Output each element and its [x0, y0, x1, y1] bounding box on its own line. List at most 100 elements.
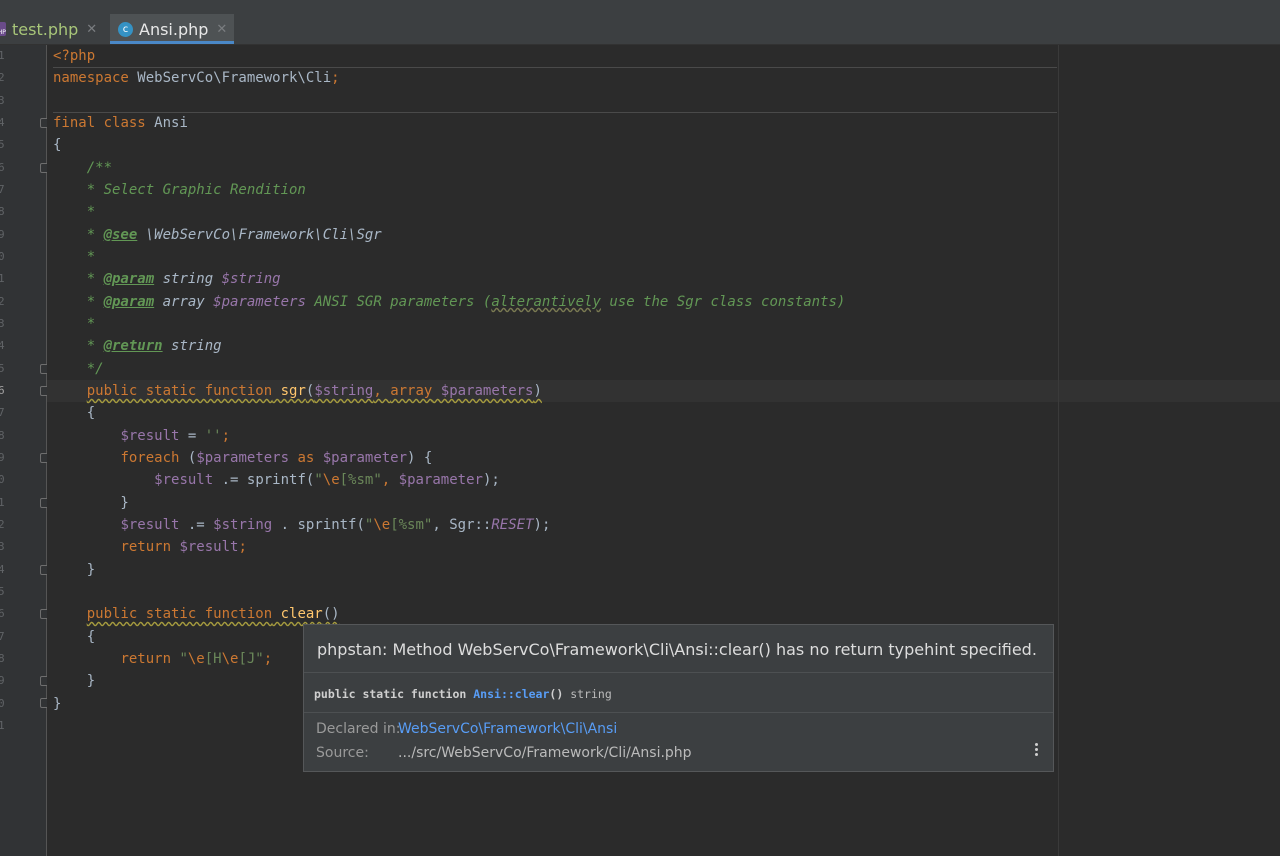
line-number: 0: [0, 697, 5, 710]
keyword: foreach: [120, 450, 180, 466]
string: [H: [204, 651, 222, 667]
line-number: 7: [0, 406, 5, 419]
string: [%sm": [390, 517, 433, 533]
doc-tag[interactable]: @param: [104, 271, 155, 287]
line-number: 6: [0, 384, 5, 397]
line-number: 9: [0, 228, 5, 241]
class-name: Ansi: [145, 115, 188, 131]
code-line: $result .= $string . sprintf("\e[%sm", S…: [53, 514, 550, 536]
doc-text: *: [53, 294, 104, 310]
declared-in-link[interactable]: WebServCo\Framework\Cli\Ansi: [398, 721, 617, 737]
code-line: }: [53, 562, 96, 578]
line-number: 8: [0, 205, 5, 218]
typo-word[interactable]: alterantively: [491, 294, 601, 310]
keyword: public static function: [86, 383, 273, 399]
doc-text: *: [53, 227, 104, 243]
line-number: 0: [0, 250, 5, 263]
tab-test-php[interactable]: PHP test.php ✕: [0, 14, 98, 44]
line-number: 1: [0, 272, 5, 285]
line-number: 4: [0, 563, 5, 576]
keyword: array: [390, 383, 433, 399]
method-signature: public static function Ansi::clear() str…: [314, 687, 612, 701]
tab-label: Ansi.php: [139, 19, 209, 39]
class-constant: RESET: [491, 517, 534, 533]
line-number: 2: [0, 295, 5, 308]
code-line: public static function sgr($string, arra…: [53, 380, 542, 402]
line-number: 5: [0, 362, 5, 375]
variable: $result: [120, 517, 180, 533]
inspection-tooltip[interactable]: phpstan: Method WebServCo\Framework\Cli\…: [303, 624, 1054, 772]
declared-in-label: Declared in:: [316, 721, 401, 737]
doc-tag[interactable]: @see: [104, 227, 138, 243]
line-number: 6: [0, 161, 5, 174]
line-number: 5: [0, 585, 5, 598]
code-line: foreach ($parameters as $parameter) {: [53, 447, 432, 469]
doc-tag[interactable]: @return: [104, 338, 163, 354]
line-number: 6: [0, 607, 5, 620]
keyword: return: [120, 651, 172, 667]
code-line: }: [53, 696, 62, 712]
operator: .= sprintf(: [213, 472, 315, 488]
php-class-icon: c: [118, 21, 133, 37]
code-line: $result .= sprintf("\e[%sm", $parameter)…: [53, 469, 500, 491]
doc-comment-line: *: [53, 249, 96, 265]
keyword: public static function: [86, 606, 273, 622]
punctuation: ;: [331, 70, 340, 86]
string: [J": [238, 651, 264, 667]
doc-comment-line: *: [53, 316, 96, 332]
doc-type: string: [162, 338, 222, 354]
variable: $parameter: [314, 450, 408, 466]
code-line: }: [53, 495, 129, 511]
tab-ansi-php[interactable]: c Ansi.php ✕: [110, 14, 234, 44]
doc-variable: $parameters: [204, 294, 306, 310]
string: ": [314, 472, 323, 488]
line-number: 0: [0, 473, 5, 486]
string: ": [171, 651, 188, 667]
keyword: namespace: [53, 70, 129, 86]
close-icon[interactable]: ✕: [86, 22, 97, 37]
line-number: 2: [0, 518, 5, 531]
keyword: as: [289, 450, 315, 466]
warned-declaration[interactable]: public static function clear(): [87, 606, 340, 622]
line-number: 1: [0, 49, 5, 62]
line-number: 5: [0, 138, 5, 151]
variable: $string: [213, 517, 273, 533]
code-line: <?php: [53, 45, 95, 67]
escape-sequence: \e: [322, 472, 340, 488]
variable: $result: [154, 472, 214, 488]
line-number: 4: [0, 339, 5, 352]
line-number: 9: [0, 451, 5, 464]
doc-text: *: [53, 271, 104, 287]
punctuation: ): [533, 383, 542, 399]
variable: $parameters: [432, 383, 534, 399]
code-line: namespace WebServCo\Framework\Cli;: [53, 67, 340, 89]
punctuation: (): [322, 606, 340, 622]
doc-comment-line: *: [53, 204, 96, 220]
line-number: 8: [0, 429, 5, 442]
code-line: final class Ansi: [53, 112, 188, 134]
divider: [304, 712, 1053, 713]
punctuation: , Sgr::: [432, 517, 492, 533]
doc-comment-line: * @param array $parameters ANSI SGR para…: [53, 291, 846, 313]
line-number: 1: [0, 496, 5, 509]
doc-comment-line: /**: [53, 160, 113, 176]
punctuation: ,: [373, 383, 391, 399]
line-number: 7: [0, 630, 5, 643]
source-path: .../src/WebServCo/Framework/Cli/Ansi.php: [398, 745, 692, 761]
code-line: {: [53, 137, 62, 153]
punctuation: (: [179, 450, 197, 466]
function-name: clear: [272, 606, 323, 622]
vertical-ellipsis-icon[interactable]: [1035, 743, 1039, 758]
keyword: return: [120, 539, 172, 555]
close-icon[interactable]: ✕: [216, 22, 227, 37]
warned-declaration[interactable]: public static function sgr($string, arra…: [87, 383, 542, 399]
line-number-gutter[interactable]: 1 2 3 4 5 6 7 8 9 0 1 2 3 4 5 6 7 8 9 0 …: [0, 45, 50, 856]
doc-comment-line: * @param string $string: [53, 268, 281, 290]
doc-tag[interactable]: @param: [104, 294, 155, 310]
signature-method-link[interactable]: Ansi::clear: [473, 687, 549, 701]
